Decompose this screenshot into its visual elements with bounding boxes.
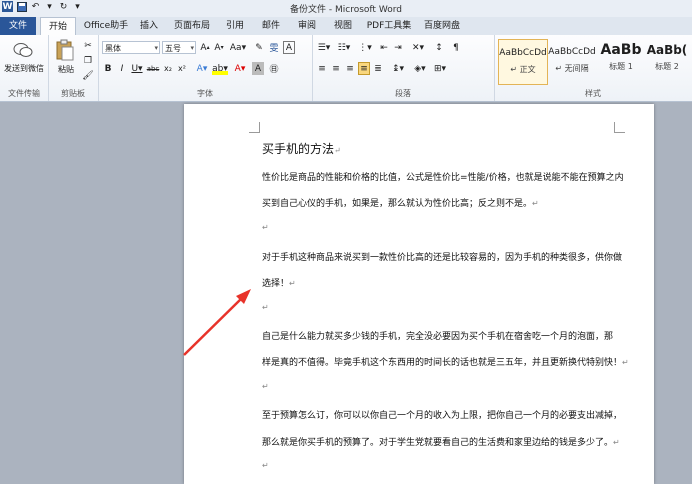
annotation-arrow-icon bbox=[183, 289, 251, 356]
